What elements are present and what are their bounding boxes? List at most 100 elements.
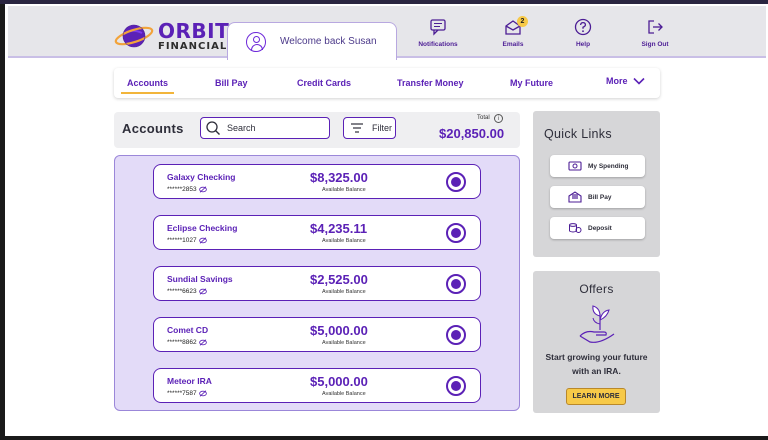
account-number: ******8862 xyxy=(167,339,207,346)
quick-link-label: Deposit xyxy=(588,224,612,232)
account-name: Galaxy Checking xyxy=(167,172,236,182)
account-select-radio[interactable] xyxy=(446,376,466,396)
search-input[interactable] xyxy=(227,123,317,133)
account-name: Comet CD xyxy=(167,325,209,335)
learn-more-button[interactable]: LEARN MORE xyxy=(566,388,626,405)
search-box[interactable] xyxy=(200,117,330,139)
planet-icon xyxy=(114,24,154,48)
accounts-panel: Galaxy Checking ******2853 $8,325.00 Ava… xyxy=(114,155,520,411)
window-frame-bottom xyxy=(0,436,768,440)
window-frame-left xyxy=(0,0,5,440)
eye-off-icon[interactable] xyxy=(198,288,207,295)
top-header: ORBIT FINANCIAL Welcome back Susan Notif… xyxy=(8,6,766,60)
filter-label: Filter xyxy=(372,123,392,133)
sign-out-button[interactable]: Sign Out xyxy=(623,18,687,48)
nav-more-label: More xyxy=(606,76,628,86)
help-button[interactable]: Help xyxy=(551,18,615,48)
account-name: Sundial Savings xyxy=(167,274,233,284)
quick-link-bill-pay[interactable]: Bill Pay xyxy=(550,186,645,208)
account-select-radio[interactable] xyxy=(446,223,466,243)
nav-item-credit-cards[interactable]: Credit Cards xyxy=(297,78,351,88)
quick-link-label: Bill Pay xyxy=(588,193,612,201)
account-name: Meteor IRA xyxy=(167,376,212,386)
eye-off-icon[interactable] xyxy=(198,390,207,397)
eye-off-icon[interactable] xyxy=(198,237,207,244)
nav-item-transfer-money[interactable]: Transfer Money xyxy=(397,78,464,88)
account-number: ******7587 xyxy=(167,390,207,397)
accounts-toolbar: Accounts Filter Total i $20,850.00 xyxy=(114,112,520,148)
notifications-label: Notifications xyxy=(418,41,458,48)
quick-link-deposit[interactable]: Deposit xyxy=(550,217,645,239)
available-balance-label: Available Balance xyxy=(322,391,366,397)
sign-out-icon xyxy=(648,20,663,34)
account-number: ******6623 xyxy=(167,288,207,295)
total-balance: $20,850.00 xyxy=(439,126,505,141)
nav-more-dropdown[interactable]: More xyxy=(606,76,645,86)
account-number-text: ******7587 xyxy=(167,390,197,397)
bill-pay-icon xyxy=(568,191,582,203)
total-label: Total xyxy=(477,115,490,121)
quick-link-label: My Spending xyxy=(588,162,629,170)
brand-logo[interactable]: ORBIT FINANCIAL xyxy=(114,18,229,54)
account-balance: $8,325.00 xyxy=(310,170,368,185)
filter-icon xyxy=(351,123,363,133)
account-balance: $2,525.00 xyxy=(310,272,368,287)
account-number-text: ******1027 xyxy=(167,237,197,244)
help-icon xyxy=(574,18,592,36)
email-count-badge: 2 xyxy=(517,16,528,27)
brand-name: ORBIT xyxy=(158,18,230,43)
accounts-title: Accounts xyxy=(122,121,184,136)
account-select-radio[interactable] xyxy=(446,274,466,294)
account-number-text: ******6623 xyxy=(167,288,197,295)
spending-icon xyxy=(568,161,582,171)
account-select-radio[interactable] xyxy=(446,325,466,345)
account-card[interactable]: Comet CD ******8862 $5,000.00 Available … xyxy=(153,317,481,352)
notifications-button[interactable]: Notifications xyxy=(406,18,470,48)
deposit-icon xyxy=(569,223,582,233)
offers-panel: Offers Start growing your future with an… xyxy=(533,271,660,413)
account-number: ******1027 xyxy=(167,237,207,244)
quick-link-my-spending[interactable]: My Spending xyxy=(550,155,645,177)
welcome-tab[interactable]: Welcome back Susan xyxy=(227,22,397,60)
help-label: Help xyxy=(575,41,591,48)
account-balance: $4,235.11 xyxy=(310,221,368,236)
emails-label: Emails xyxy=(502,41,524,48)
account-select-radio[interactable] xyxy=(446,172,466,192)
nav-item-bill-pay[interactable]: Bill Pay xyxy=(215,78,248,88)
main-nav: Accounts Bill Pay Credit Cards Transfer … xyxy=(114,68,660,98)
account-card[interactable]: Galaxy Checking ******2853 $8,325.00 Ava… xyxy=(153,164,481,199)
user-avatar-icon xyxy=(246,31,266,52)
available-balance-label: Available Balance xyxy=(322,238,366,244)
available-balance-label: Available Balance xyxy=(322,340,366,346)
offers-title: Offers xyxy=(579,282,614,296)
available-balance-label: Available Balance xyxy=(322,187,366,193)
filter-button[interactable]: Filter xyxy=(343,117,396,139)
emails-button[interactable]: 2 Emails xyxy=(481,16,545,48)
account-name: Eclipse Checking xyxy=(167,223,238,233)
window-frame-top xyxy=(0,0,768,4)
account-number: ******2853 xyxy=(167,186,207,193)
quick-links-title: Quick Links xyxy=(544,127,612,141)
account-number-text: ******2853 xyxy=(167,186,197,193)
eye-off-icon[interactable] xyxy=(198,186,207,193)
account-card[interactable]: Meteor IRA ******7587 $5,000.00 Availabl… xyxy=(153,368,481,403)
chevron-down-icon xyxy=(632,77,645,85)
brand-subname: FINANCIAL xyxy=(158,40,228,52)
sign-out-label: Sign Out xyxy=(641,41,669,48)
account-balance: $5,000.00 xyxy=(310,374,368,389)
eye-off-icon[interactable] xyxy=(198,339,207,346)
info-icon[interactable]: i xyxy=(494,114,503,123)
nav-item-accounts[interactable]: Accounts xyxy=(120,78,175,94)
nav-item-my-future[interactable]: My Future xyxy=(510,78,553,88)
quick-links-panel: Quick Links My Spending Bill Pay Deposit xyxy=(533,111,660,257)
available-balance-label: Available Balance xyxy=(322,289,366,295)
offers-message: Start growing your future with an IRA. xyxy=(545,352,648,376)
welcome-message: Welcome back Susan xyxy=(280,36,377,47)
notifications-icon xyxy=(430,19,446,36)
account-balance: $5,000.00 xyxy=(310,323,368,338)
growing-plant-hand-icon xyxy=(579,305,615,343)
account-card[interactable]: Sundial Savings ******6623 $2,525.00 Ava… xyxy=(153,266,481,301)
account-number-text: ******8862 xyxy=(167,339,197,346)
account-card[interactable]: Eclipse Checking ******1027 $4,235.11 Av… xyxy=(153,215,481,250)
search-icon xyxy=(206,121,220,135)
